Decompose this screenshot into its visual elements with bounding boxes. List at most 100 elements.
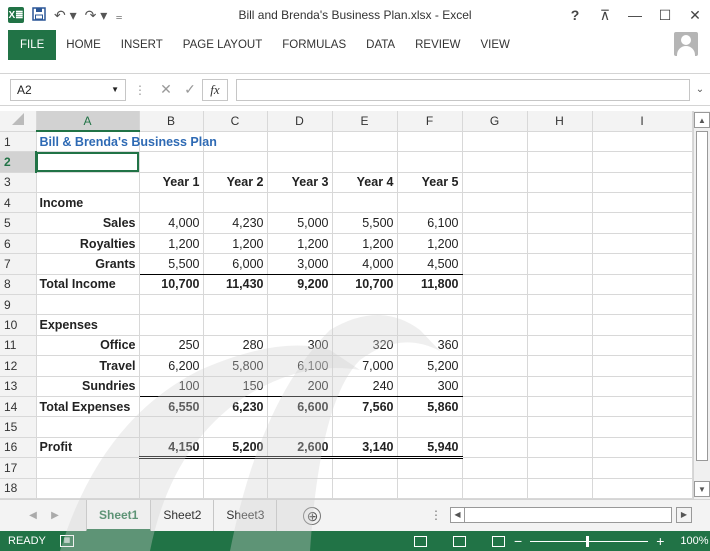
cell-h4[interactable] xyxy=(527,192,593,214)
cell-i1[interactable] xyxy=(592,131,693,153)
cell-h2[interactable] xyxy=(527,151,593,173)
cell-c11[interactable]: 280 xyxy=(203,335,268,357)
cell-d8[interactable]: 9,200 xyxy=(267,274,333,296)
cell-i5[interactable] xyxy=(592,212,693,234)
cell-e15[interactable] xyxy=(332,416,398,438)
cell-b3[interactable]: Year 1 xyxy=(139,172,204,194)
cell-g17[interactable] xyxy=(462,457,528,479)
scroll-thumb[interactable] xyxy=(696,131,708,461)
cell-b6[interactable]: 1,200 xyxy=(139,233,204,255)
zoom-out-icon[interactable]: − xyxy=(514,533,522,549)
cell-g7[interactable] xyxy=(462,253,528,275)
row-header[interactable]: 2 xyxy=(0,151,37,173)
cell-a7[interactable]: Grants xyxy=(36,253,140,275)
cell-e1[interactable] xyxy=(332,131,398,153)
macro-recording-icon[interactable]: ▦ xyxy=(59,535,74,547)
customize-qat-icon[interactable]: ₌ xyxy=(115,8,122,22)
cell-f6[interactable]: 1,200 xyxy=(397,233,463,255)
normal-view-icon[interactable] xyxy=(414,535,427,547)
cell-b8[interactable]: 10,700 xyxy=(139,274,204,296)
formula-input[interactable] xyxy=(236,78,690,101)
cell-f1[interactable] xyxy=(397,131,463,153)
row-header[interactable]: 16 xyxy=(0,437,37,459)
cell-i8[interactable] xyxy=(592,274,693,296)
cell-e9[interactable] xyxy=(332,294,398,316)
vertical-scrollbar[interactable]: ▲ ▼ xyxy=(693,111,710,499)
cell-i3[interactable] xyxy=(592,172,693,194)
sheet-tab-1[interactable]: Sheet1 xyxy=(86,499,152,532)
cell-i9[interactable] xyxy=(592,294,693,316)
cell-b11[interactable]: 250 xyxy=(139,335,204,357)
cell-d5[interactable]: 5,000 xyxy=(267,212,333,234)
cell-b15[interactable] xyxy=(139,416,204,438)
tab-page-layout[interactable]: PAGE LAYOUT xyxy=(173,30,272,60)
cell-g6[interactable] xyxy=(462,233,528,255)
cell-a6[interactable]: Royalties xyxy=(36,233,140,255)
column-header-h[interactable]: H xyxy=(527,111,593,132)
cell-b17[interactable] xyxy=(139,457,204,479)
cell-a13[interactable]: Sundries xyxy=(36,376,140,397)
cell-e7[interactable]: 4,000 xyxy=(332,253,398,275)
column-header-e[interactable]: E xyxy=(332,111,398,132)
cell-e3[interactable]: Year 4 xyxy=(332,172,398,194)
cell-a18[interactable] xyxy=(36,478,140,499)
tab-file[interactable]: FILE xyxy=(8,30,57,60)
cell-a3[interactable] xyxy=(36,172,140,194)
cell-f3[interactable]: Year 5 xyxy=(397,172,463,194)
cell-h12[interactable] xyxy=(527,355,593,377)
row-header[interactable]: 15 xyxy=(0,416,37,438)
row-header[interactable]: 1 xyxy=(0,131,37,153)
row-header[interactable]: 5 xyxy=(0,212,37,234)
cell-b14[interactable]: 6,550 xyxy=(139,396,204,418)
cell-e14[interactable]: 7,560 xyxy=(332,396,398,418)
tab-data[interactable]: DATA xyxy=(356,30,405,60)
cell-g16[interactable] xyxy=(462,437,528,459)
cell-a2[interactable] xyxy=(36,151,140,173)
row-header[interactable]: 7 xyxy=(0,253,37,275)
cell-c5[interactable]: 4,230 xyxy=(203,212,268,234)
cell-g8[interactable] xyxy=(462,274,528,296)
cell-b10[interactable] xyxy=(139,314,204,336)
column-header-c[interactable]: C xyxy=(203,111,268,132)
cell-d6[interactable]: 1,200 xyxy=(267,233,333,255)
cell-h15[interactable] xyxy=(527,416,593,438)
cell-d10[interactable] xyxy=(267,314,333,336)
cell-g1[interactable] xyxy=(462,131,528,153)
cell-d7[interactable]: 3,000 xyxy=(267,253,333,275)
column-header-b[interactable]: B xyxy=(139,111,204,132)
cell-c7[interactable]: 6,000 xyxy=(203,253,268,275)
cell-c14[interactable]: 6,230 xyxy=(203,396,268,418)
cell-b5[interactable]: 4,000 xyxy=(139,212,204,234)
cell-f10[interactable] xyxy=(397,314,463,336)
cell-i16[interactable] xyxy=(592,437,693,459)
cell-c10[interactable] xyxy=(203,314,268,336)
row-header[interactable]: 12 xyxy=(0,355,37,377)
cell-e16[interactable]: 3,140 xyxy=(332,437,398,460)
cell-f5[interactable]: 6,100 xyxy=(397,212,463,234)
close-button[interactable]: ✕ xyxy=(680,7,710,24)
chevron-down-icon[interactable]: ▼ xyxy=(111,85,119,94)
cell-b2[interactable] xyxy=(139,151,204,173)
scroll-right-icon[interactable]: ▶ xyxy=(676,507,692,523)
cell-c12[interactable]: 5,800 xyxy=(203,355,268,377)
cell-g13[interactable] xyxy=(462,376,528,397)
cell-a9[interactable] xyxy=(36,294,140,316)
cell-h13[interactable] xyxy=(527,376,593,397)
save-icon[interactable] xyxy=(32,7,46,23)
undo-icon[interactable]: ↶ ▾ xyxy=(54,8,77,22)
cell-a10[interactable]: Expenses xyxy=(36,314,140,336)
cell-g18[interactable] xyxy=(462,478,528,499)
cell-e18[interactable] xyxy=(332,478,398,499)
cell-b4[interactable] xyxy=(139,192,204,214)
cell-c16[interactable]: 5,200 xyxy=(203,437,268,460)
cell-d2[interactable] xyxy=(267,151,333,173)
select-all-corner[interactable] xyxy=(0,111,37,132)
cell-h8[interactable] xyxy=(527,274,593,296)
row-header[interactable]: 6 xyxy=(0,233,37,255)
cell-h6[interactable] xyxy=(527,233,593,255)
cell-h3[interactable] xyxy=(527,172,593,194)
cell-c8[interactable]: 11,430 xyxy=(203,274,268,296)
sheet-tab-2[interactable]: Sheet2 xyxy=(151,499,215,532)
cell-i18[interactable] xyxy=(592,478,693,499)
scroll-up-icon[interactable]: ▲ xyxy=(694,112,710,128)
